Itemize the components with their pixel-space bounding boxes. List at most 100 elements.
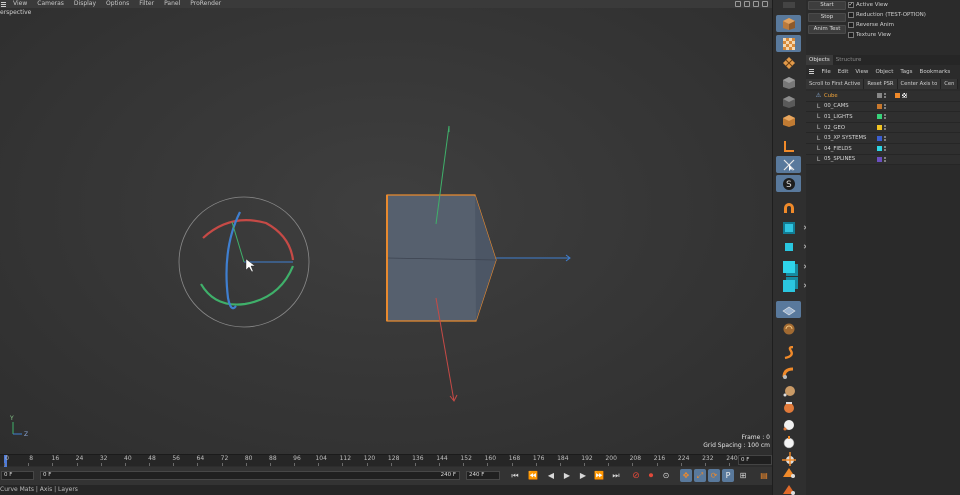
objects-menu-object[interactable]: Object [872, 69, 897, 75]
bend-tool-icon[interactable] [776, 364, 801, 381]
visibility-dots[interactable] [884, 103, 887, 109]
parameter-key-icon[interactable]: P [722, 469, 734, 482]
hamburger-menu-icon[interactable] [0, 0, 8, 8]
object-row-splines[interactable]: L 05_SPLINES [806, 154, 960, 166]
visibility-dots[interactable] [884, 156, 887, 162]
menu-panel[interactable]: Panel [159, 0, 185, 8]
object-row-cams[interactable]: L 00_CAMS [806, 101, 960, 113]
object-row-geo[interactable]: L 02_GEO [806, 122, 960, 134]
visibility-dots[interactable] [884, 135, 887, 141]
reduction-option[interactable]: Reduction (TEST-OPTION) [848, 12, 926, 18]
objects-menu-file[interactable]: File [818, 69, 834, 75]
autokeying-icon[interactable]: ⏺ [645, 469, 657, 482]
checker-tool-icon[interactable] [776, 35, 801, 52]
cube-dark-tool-icon[interactable] [776, 93, 801, 110]
material-sphere-icon[interactable] [776, 382, 801, 399]
objects-hamburger-icon[interactable] [806, 66, 818, 77]
reduction-checkbox[interactable] [848, 12, 854, 18]
tag-tool-icon[interactable] [776, 399, 801, 416]
zoom-view-icon[interactable] [744, 1, 750, 7]
previous-frame-button[interactable]: ◀ [545, 469, 557, 482]
scroll-to-first-active-button[interactable]: Scroll to First Active [806, 79, 865, 89]
scale-key-icon[interactable]: ⤢ [694, 469, 706, 482]
spline-corner-icon[interactable] [776, 137, 801, 154]
end-frame-field[interactable]: 240 F [466, 471, 500, 480]
reset-psr-button[interactable]: Reset PSR [864, 79, 898, 89]
go-to-end-button[interactable]: ⏭ [610, 469, 622, 482]
menu-view[interactable]: View [8, 0, 32, 8]
sky-tool-icon[interactable] [776, 320, 801, 337]
start-frame-field[interactable]: 0 F [1, 471, 34, 480]
object-name[interactable]: 02_GEO [824, 125, 871, 131]
visibility-dots[interactable] [884, 125, 887, 131]
rotation-gizmo[interactable] [178, 196, 310, 328]
current-frame-field[interactable]: 0 F [738, 455, 772, 465]
cloner-tool-icon[interactable] [776, 219, 807, 236]
floor-tool-icon[interactable] [776, 301, 801, 318]
toggle-view-icon[interactable] [762, 1, 768, 7]
position-key-icon[interactable]: ✥ [680, 469, 692, 482]
object-name[interactable]: 01_LIGHTS [824, 114, 871, 120]
center-axis-button[interactable]: Center Axis to [897, 79, 942, 89]
tool-top-partial[interactable] [776, 0, 801, 13]
object-row-cube[interactable]: ⚠ Cube [806, 91, 960, 102]
object-name[interactable]: 04_FIELDS [824, 146, 871, 152]
play-button[interactable]: ▶ [561, 469, 573, 482]
active-view-checkbox[interactable]: ✓ [848, 2, 854, 8]
cube-orange-tool-icon[interactable] [776, 112, 801, 129]
rotation-key-icon[interactable]: ⟳ [708, 469, 720, 482]
tab-structure[interactable]: Structure [833, 55, 865, 65]
tab-objects[interactable]: Objects [806, 55, 833, 65]
start-button[interactable]: Start [808, 1, 846, 10]
scene-tool-icon[interactable] [776, 480, 801, 495]
matrix-tool-icon[interactable] [776, 258, 807, 275]
record-active-objects-icon[interactable]: ⊘ [630, 469, 642, 482]
object-row-xp-systems[interactable]: L 03_XP SYSTEMS [806, 133, 960, 144]
go-to-start-button[interactable]: ⏮ [509, 469, 521, 482]
object-name[interactable]: 00_CAMS [824, 103, 871, 109]
keyframe-selection-icon[interactable]: ⊙ [660, 469, 672, 482]
live-selection-icon[interactable] [776, 156, 801, 173]
object-manager-empty-area[interactable] [806, 170, 960, 495]
rotate-view-icon[interactable] [753, 1, 759, 7]
visibility-dots[interactable] [884, 146, 887, 152]
light-tool-icon[interactable] [776, 416, 801, 433]
stop-button[interactable]: Stop [808, 13, 846, 22]
timeline-ruler[interactable]: 0 8 16 24 32 40 48 56 64 72 80 88 96 104 112 120 128 136 1… [0, 454, 740, 467]
reverse-anim-option[interactable]: Reverse Anim [848, 22, 894, 28]
menu-options[interactable]: Options [101, 0, 134, 8]
visibility-dots[interactable] [884, 93, 887, 99]
camera-tool-icon[interactable] [776, 463, 801, 480]
area-light-icon[interactable] [776, 433, 801, 450]
subdivision-tool-icon[interactable] [776, 54, 801, 71]
object-row-lights[interactable]: L 01_LIGHTS [806, 112, 960, 123]
menu-cameras[interactable]: Cameras [32, 0, 69, 8]
object-name[interactable]: Cube [824, 93, 871, 99]
texture-view-option[interactable]: Texture View [848, 32, 891, 38]
object-name[interactable]: 03_XP SYSTEMS [824, 135, 871, 141]
cube-tool-icon[interactable] [776, 15, 801, 32]
reverse-anim-checkbox[interactable] [848, 22, 854, 28]
next-frame-button[interactable]: ▶ [577, 469, 589, 482]
menu-prorender[interactable]: ProRender [185, 0, 226, 8]
snap-tool-icon[interactable]: S [776, 175, 801, 192]
move-view-icon[interactable] [735, 1, 741, 7]
material-tag-icon[interactable] [902, 93, 907, 99]
center-button[interactable]: Cen [941, 79, 959, 89]
active-view-option[interactable]: ✓ Active View [848, 2, 888, 8]
menu-display[interactable]: Display [69, 0, 101, 8]
scheme-icon[interactable]: ▤ [758, 469, 770, 482]
3d-viewport[interactable]: erspective Z Y Frame: 0 Grid Spacing: … [0, 8, 772, 454]
cube-object[interactable] [386, 125, 571, 402]
anim-test-button[interactable]: Anim Test [808, 25, 846, 34]
texture-view-checkbox[interactable] [848, 32, 854, 38]
pla-key-icon[interactable]: ⊞ [737, 469, 749, 482]
effector-tool-icon[interactable] [776, 277, 807, 294]
preview-range-slider[interactable]: 0 F 240 F [40, 471, 460, 480]
objects-menu-tags[interactable]: Tags [897, 69, 916, 75]
previous-key-button[interactable]: ⏪ [527, 469, 539, 482]
fracture-tool-icon[interactable] [776, 238, 807, 255]
cube-gray-tool-icon[interactable] [776, 74, 801, 91]
magnet-tool-icon[interactable] [776, 199, 801, 216]
objects-menu-edit[interactable]: Edit [834, 69, 852, 75]
